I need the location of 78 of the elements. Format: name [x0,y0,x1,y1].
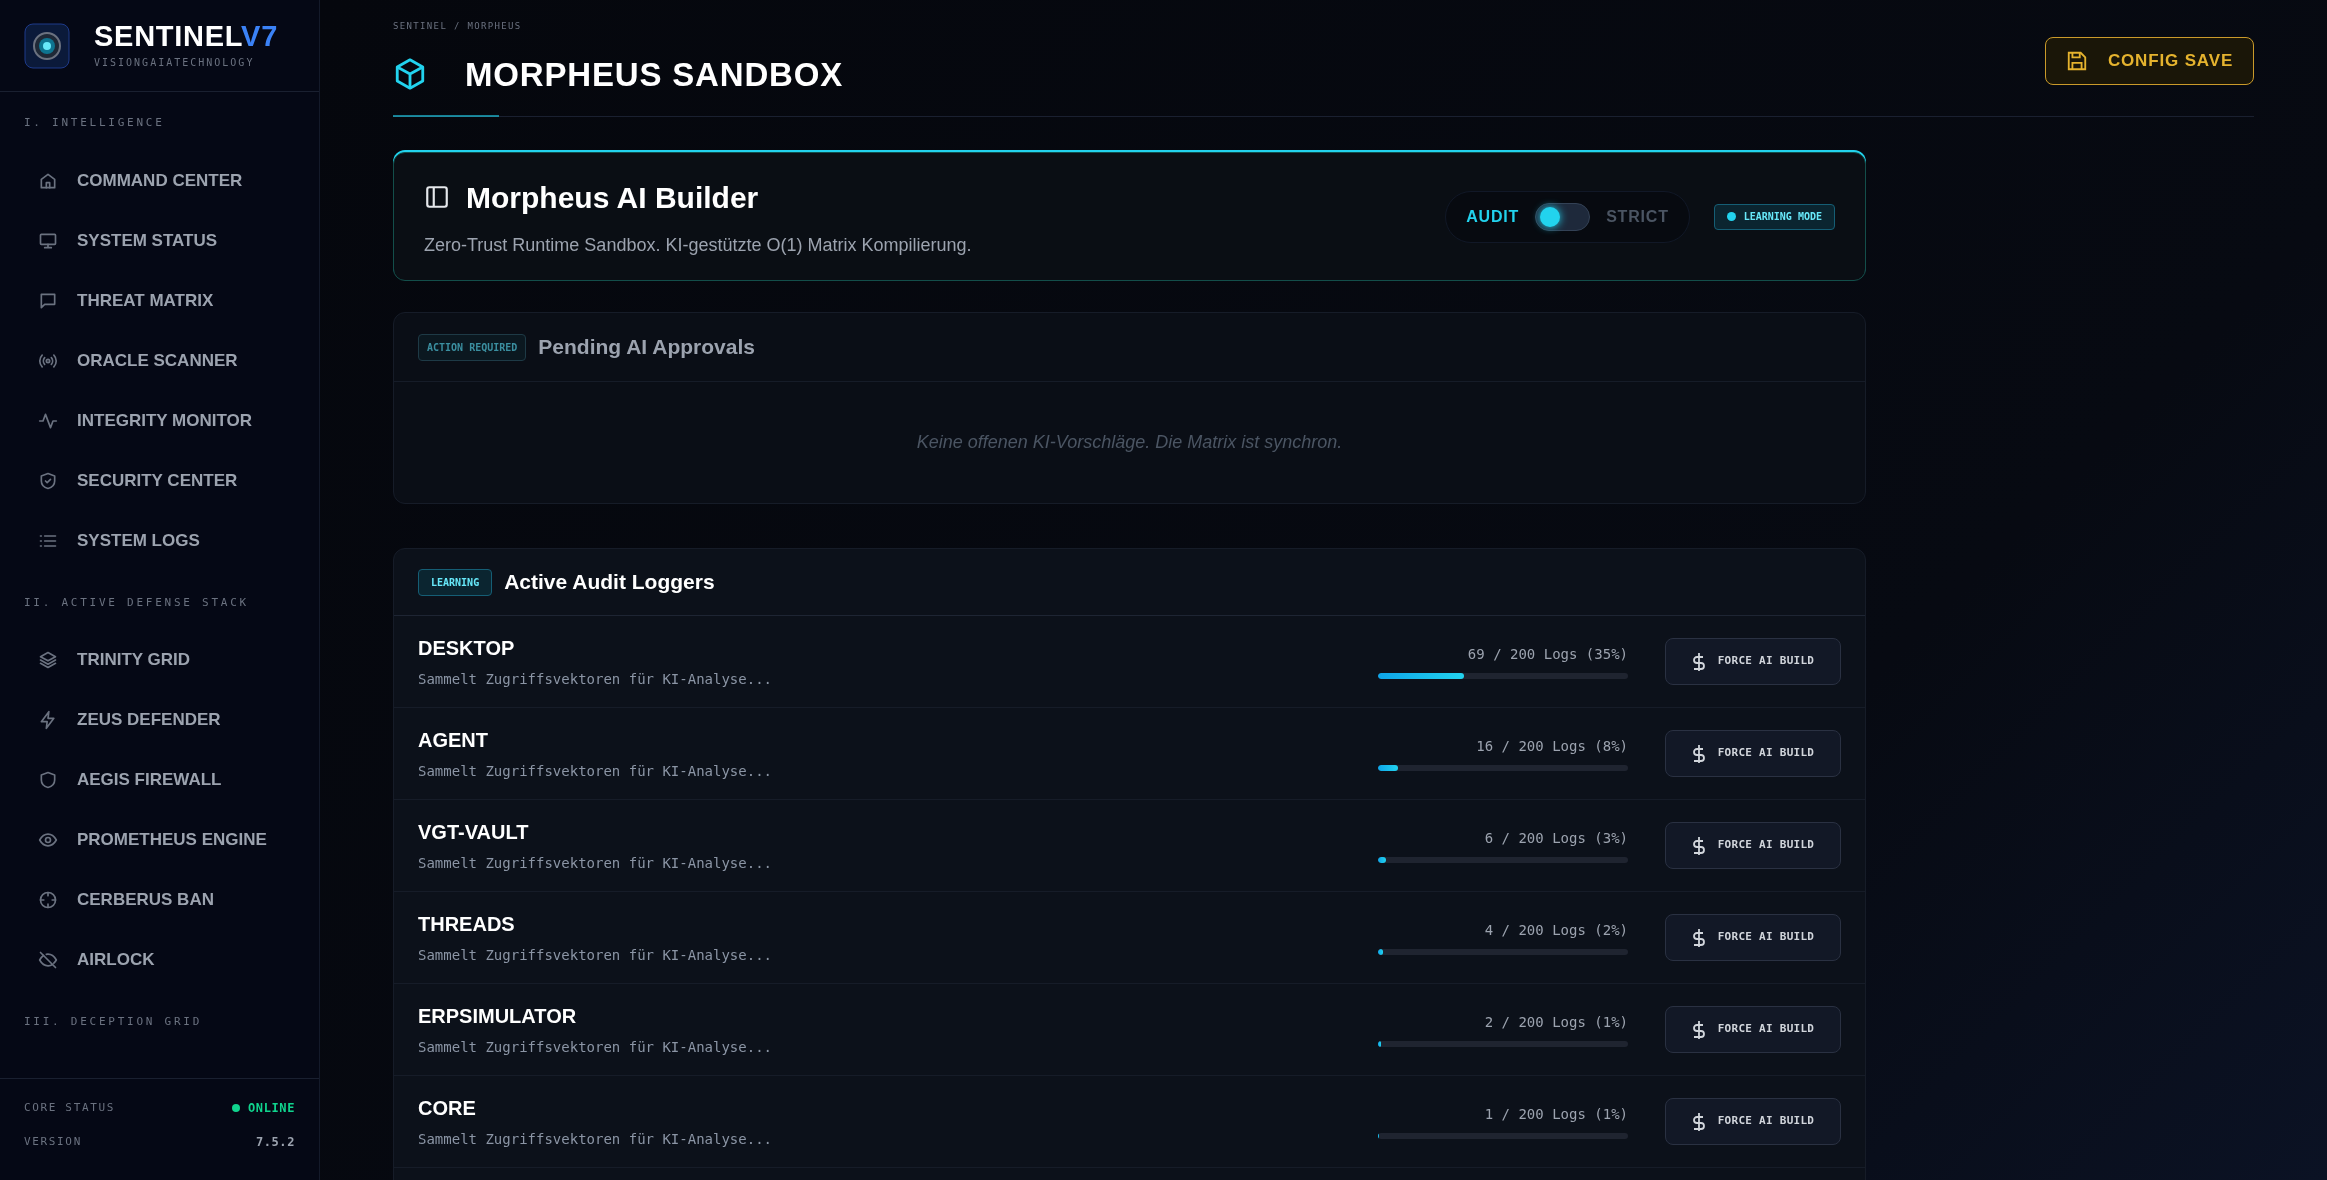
log-count: 1 / 200 Logs (1%) [1484,1105,1628,1124]
logger-name: AGENT [418,728,489,753]
nav-item[interactable]: SECURITY CENTER [24,450,295,511]
config-save-button[interactable]: CONFIG SAVE [2045,37,2254,85]
nav-item[interactable]: COMMAND CENTER [24,150,295,211]
brand-name: SENTINELV7 [94,21,278,51]
footer-value: 7.5.2 [255,1134,295,1151]
builder-title: Morpheus AI Builder [466,179,759,216]
dollar-icon [1691,835,1706,856]
logger-name: DESKTOP [418,636,516,661]
footer-label: VERSION [24,1133,82,1150]
dollar-icon [1691,1111,1706,1132]
approvals-title: Pending AI Approvals [538,334,755,361]
nav-item[interactable]: THREAT MATRIX [24,270,295,331]
section-heading: III. DECEPTION GRID [24,1014,204,1030]
cube-icon [393,57,427,92]
footer-value: ONLINE [232,1099,295,1117]
nav-item[interactable]: ORACLE SCANNER [24,330,295,391]
shield-check-icon [38,470,58,491]
force-build-button[interactable]: FORCE AI BUILD [1665,822,1841,869]
force-build-button[interactable]: FORCE AI BUILD [1665,1006,1841,1053]
dollar-icon [1691,1019,1706,1040]
logger-description: Sammelt Zugriffsvektoren für KI-Analyse... [418,854,772,873]
log-count: 69 / 200 Logs (35%) [1467,645,1628,664]
nav-item[interactable]: ZEUS DEFENDER [24,690,295,750]
action-required-badge: ACTION REQUIRED [418,333,527,361]
save-icon [2065,50,2088,72]
nav-item[interactable]: PROMETHEUS ENGINE [24,810,295,870]
nav-item[interactable]: INTEGRITY MONITOR [24,390,295,451]
logger-description: Sammelt Zugriffsvektoren für KI-Analyse... [418,670,772,689]
nav-item[interactable]: SYSTEM STATUS [24,210,295,271]
force-build-button[interactable]: FORCE AI BUILD [1665,1098,1841,1145]
layers-icon [38,650,58,670]
brand-tagline: VISIONGAIATECHNOLOGY [94,55,256,70]
pulse-icon [38,410,58,431]
section-heading: II. ACTIVE DEFENSE STACK [24,594,250,611]
learning-badge: LEARNING [418,568,493,596]
logger-description: Sammelt Zugriffsvektoren für KI-Analyse... [418,762,772,781]
crosshair-icon [38,890,58,910]
force-build-button[interactable]: FORCE AI BUILD [1665,638,1841,685]
logger-name: VGT-VAULT [418,820,530,845]
nav-item[interactable]: AEGIS FIREWALL [24,750,295,810]
log-count: 4 / 200 Logs (2%) [1484,921,1628,940]
section-heading: I. INTELLIGENCE [24,115,166,131]
log-count: 6 / 200 Logs (3%) [1484,829,1628,848]
mode-option[interactable]: AUDIT [1466,204,1520,229]
nav-item[interactable]: SYSTEM LOGS [24,510,295,571]
mode-toggle[interactable]: AUDIT STRICT [1445,190,1690,243]
nav-item[interactable]: TRINITY GRID [24,630,295,690]
logger-name: CORE [418,1096,477,1121]
logger-description: Sammelt Zugriffsvektoren für KI-Analyse... [418,946,772,965]
dollar-icon [1691,743,1706,764]
logger-description: Sammelt Zugriffsvektoren für KI-Analyse... [418,1038,772,1057]
logger-name: THREADS [418,912,516,937]
empty-message: Keine offenen KI-Vorschläge. Die Matrix ist synchron. [916,431,1343,454]
log-count: 2 / 200 Logs (1%) [1484,1013,1628,1032]
logger-name: ERPSIMULATOR [418,1004,578,1029]
force-build-button[interactable]: FORCE AI BUILD [1665,730,1841,777]
nav-item[interactable]: CERBERUS BAN [24,870,295,930]
shield-icon [38,770,58,790]
loggers-title: Active Audit Loggers [504,569,715,596]
learning-mode-badge: LEARNING MODE [1713,203,1835,230]
builder-subtitle: Zero-Trust Runtime Sandbox. KI-gestützte O(1) Matrix Kompilierung. [424,233,972,257]
force-build-button[interactable]: FORCE AI BUILD [1665,914,1841,961]
dollar-icon [1691,651,1706,672]
footer-label: CORE STATUS [24,1099,115,1116]
logger-description: Sammelt Zugriffsvektoren für KI-Analyse... [418,1130,772,1149]
logo-icon [24,22,70,69]
toggle-switch[interactable] [1535,202,1591,231]
eye-off-icon [38,950,58,970]
eye-icon [38,830,58,850]
nav-item[interactable]: AIRLOCK [24,930,295,990]
page-title: MORPHEUS SANDBOX [465,54,844,95]
breadcrumb: SENTINEL / MORPHEUS [393,20,523,33]
log-count: 16 / 200 Logs (8%) [1476,737,1628,756]
dollar-icon [1691,927,1706,948]
lightning-icon [38,710,58,730]
panel-icon [424,184,450,210]
